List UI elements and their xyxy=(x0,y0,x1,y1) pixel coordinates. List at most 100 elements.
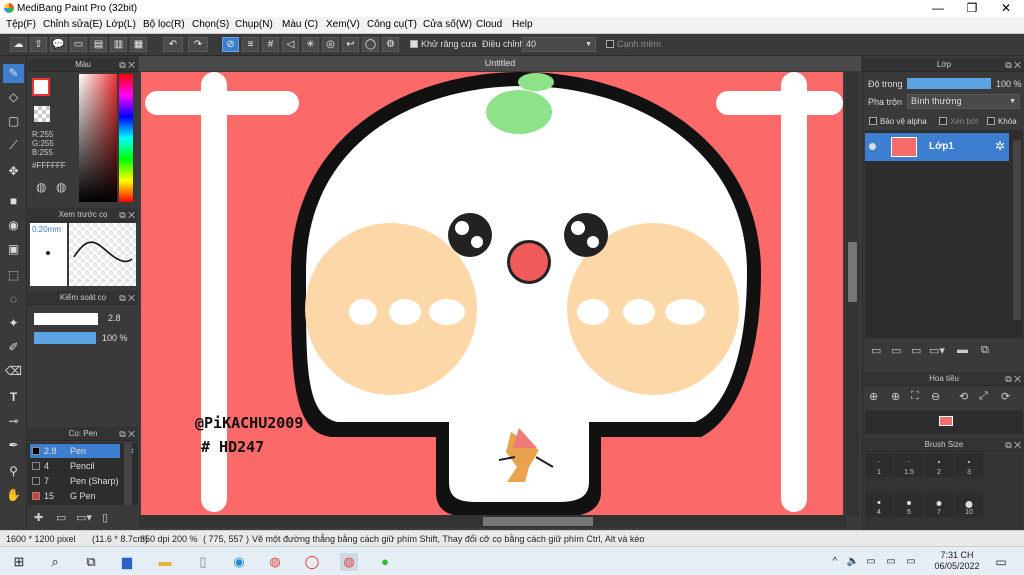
volume-icon[interactable]: 🔈 xyxy=(844,553,862,571)
pages-icon[interactable]: ▥ xyxy=(110,37,127,52)
divide-tool-icon[interactable]: ⊸ xyxy=(3,412,24,431)
new-halftone-layer-icon[interactable]: ▭ xyxy=(891,344,901,357)
select-rect-tool-icon[interactable]: ⬚ xyxy=(3,266,24,285)
snap-grid-icon[interactable]: # xyxy=(262,37,279,52)
hand-tool-icon[interactable]: ✋ xyxy=(3,486,24,505)
canvas-vertical-scrollbar[interactable] xyxy=(846,72,859,515)
gradient-tool-icon[interactable]: ▣ xyxy=(3,240,24,259)
dropper-tool-icon[interactable]: ⚲ xyxy=(3,462,24,481)
snap-ellipse-icon[interactable]: ◯ xyxy=(362,37,379,52)
redo-icon[interactable]: ↷ xyxy=(188,37,208,52)
zoom-in-icon[interactable]: ⊕ xyxy=(869,390,878,403)
shape-tool-icon[interactable]: ▢ xyxy=(3,112,24,131)
drawing-canvas[interactable]: @PiKACHU2009 # HD247 xyxy=(141,72,843,515)
panel-close-icon[interactable]: ⧉ ✕ xyxy=(119,58,135,72)
brush-size-slider[interactable] xyxy=(34,313,98,325)
chat-icon[interactable]: ▭ xyxy=(70,37,87,52)
panel-close-icon[interactable]: ⧉ ✕ xyxy=(119,427,135,441)
color-hue-slider[interactable] xyxy=(119,74,133,202)
minimize-button[interactable]: — xyxy=(921,0,955,17)
layer-opacity-slider[interactable] xyxy=(907,78,991,89)
brush-size-cell[interactable]: 1 xyxy=(865,453,893,477)
soft-edge-checkbox[interactable]: Cạnh mềm xyxy=(606,39,661,49)
folder-icon[interactable]: ▬ xyxy=(957,344,968,356)
brush-delete-icon[interactable]: ▯ xyxy=(102,511,108,524)
rotate-reset-icon[interactable]: ⟳ xyxy=(1001,390,1010,403)
lock-checkbox[interactable]: Khóa xyxy=(987,117,1017,126)
eye-icon[interactable] xyxy=(869,143,876,150)
document-tab[interactable]: Untitled xyxy=(139,56,861,71)
brush-tool-icon[interactable]: ✎ xyxy=(3,64,24,83)
brush-size-cell[interactable]: 2 xyxy=(925,453,953,477)
lasso-tool-icon[interactable]: ◌ xyxy=(3,290,24,309)
snap-radial-icon[interactable]: ✳ xyxy=(302,37,319,52)
brush-item-pen[interactable]: 2.8Pen✲ xyxy=(30,444,134,458)
palette-add-icon[interactable]: ◍ xyxy=(56,180,66,194)
windows-start-icon[interactable]: ⊞ xyxy=(10,553,28,571)
magic-wand-tool-icon[interactable]: ✦ xyxy=(3,314,24,333)
brush-size-cell[interactable]: 7 xyxy=(925,493,953,517)
file-icon[interactable]: ▯ xyxy=(194,553,212,571)
undo-icon[interactable]: ↶ xyxy=(163,37,183,52)
upload-icon[interactable]: ⇪ xyxy=(30,37,47,52)
edge-browser-icon[interactable]: ◉ xyxy=(230,553,248,571)
menu-color[interactable]: Màu (C) xyxy=(282,19,318,30)
brush-size-cell[interactable]: 10 xyxy=(955,493,983,517)
store-icon[interactable]: ▆ xyxy=(118,553,136,571)
layer-row[interactable]: Lớp1 ✲ xyxy=(865,133,1009,161)
transparent-swatch[interactable] xyxy=(34,106,50,122)
page-icon[interactable]: ▤ xyxy=(90,37,107,52)
brush-add-icon[interactable]: ✚ xyxy=(34,511,43,524)
zoom-in-icon[interactable]: ⊕ xyxy=(891,390,900,403)
brush-item-pencil[interactable]: 4 Pencil xyxy=(30,459,120,473)
menu-select[interactable]: Chọn(S) xyxy=(192,19,229,30)
blend-mode-select[interactable]: Bình thường ▼ xyxy=(907,94,1020,109)
move-tool-icon[interactable]: ✥ xyxy=(3,162,24,181)
snap-parallel-icon[interactable]: ≡ xyxy=(242,37,259,52)
duplicate-layer-icon[interactable]: ⧉ xyxy=(981,344,989,357)
panel-close-icon[interactable]: ⧉ ✕ xyxy=(1005,372,1021,386)
fill-rect-tool-icon[interactable]: ■ xyxy=(3,192,24,211)
flip-icon[interactable]: ⤢ xyxy=(979,390,988,403)
grid-icon[interactable]: ▦ xyxy=(130,37,147,52)
panel-close-icon[interactable]: ⧉ ✕ xyxy=(1005,438,1021,452)
fit-icon[interactable]: ⛶ xyxy=(911,390,919,403)
adjust-select[interactable]: 40 ▼ xyxy=(522,37,596,52)
menu-layer[interactable]: Lớp(L) xyxy=(106,19,136,30)
menu-file[interactable]: Tệp(F) xyxy=(6,19,36,30)
brush-menu-icon[interactable]: ▭▾ xyxy=(76,511,92,524)
eraser-tool-icon[interactable]: ◇ xyxy=(3,88,24,107)
close-button[interactable]: ✕ xyxy=(989,0,1023,17)
restore-button[interactable]: ❐ xyxy=(955,0,989,17)
brush-item-gpen[interactable]: 15 G Pen xyxy=(30,489,120,503)
text-tool-icon[interactable]: T xyxy=(3,388,24,407)
notification-icon[interactable]: ▭ xyxy=(992,553,1010,571)
search-icon[interactable]: ⌕ xyxy=(46,553,64,571)
brush-opacity-slider[interactable] xyxy=(34,332,96,344)
snap-off-icon[interactable]: ⊘ xyxy=(222,37,239,52)
new-8bit-layer-icon[interactable]: ▭ xyxy=(911,344,921,357)
protect-alpha-checkbox[interactable]: Bảo vệ alpha xyxy=(869,117,927,126)
horizontal-scroll-thumb[interactable] xyxy=(483,517,593,526)
snap-curve-icon[interactable]: ↩ xyxy=(342,37,359,52)
select-eraser-tool-icon[interactable]: ⌫ xyxy=(3,362,24,381)
navigator-preview[interactable] xyxy=(865,410,1023,434)
palette-icon[interactable]: ◍ xyxy=(36,180,46,194)
opera-icon[interactable]: ◯ xyxy=(303,553,321,571)
tray-chevron-icon[interactable]: ^ xyxy=(826,553,844,571)
clipping-checkbox[interactable]: Xén bớt xyxy=(939,117,978,126)
brush-item-pen-sharp[interactable]: 7 Pen (Sharp) xyxy=(30,474,120,488)
brush-list-scrollbar[interactable] xyxy=(124,443,132,505)
keyboard-icon[interactable]: ▭ xyxy=(902,553,920,571)
menu-view[interactable]: Xem(V) xyxy=(326,19,360,30)
layer-menu-icon[interactable]: ▭▾ xyxy=(929,344,945,357)
panel-close-icon[interactable]: ⧉ ✕ xyxy=(1005,58,1021,72)
battery-icon[interactable]: ▭ xyxy=(882,553,900,571)
snap-perspective-icon[interactable]: ◁ xyxy=(282,37,299,52)
color-sv-picker[interactable] xyxy=(79,74,117,202)
chrome-profile-icon[interactable]: ◍ xyxy=(340,553,358,571)
zoom-out-icon[interactable]: ⊖ xyxy=(931,390,940,403)
antialias-checkbox[interactable]: Khử răng cưa xyxy=(410,39,477,49)
foreground-color-swatch[interactable] xyxy=(32,78,50,96)
select-pen-tool-icon[interactable]: ✐ xyxy=(3,338,24,357)
